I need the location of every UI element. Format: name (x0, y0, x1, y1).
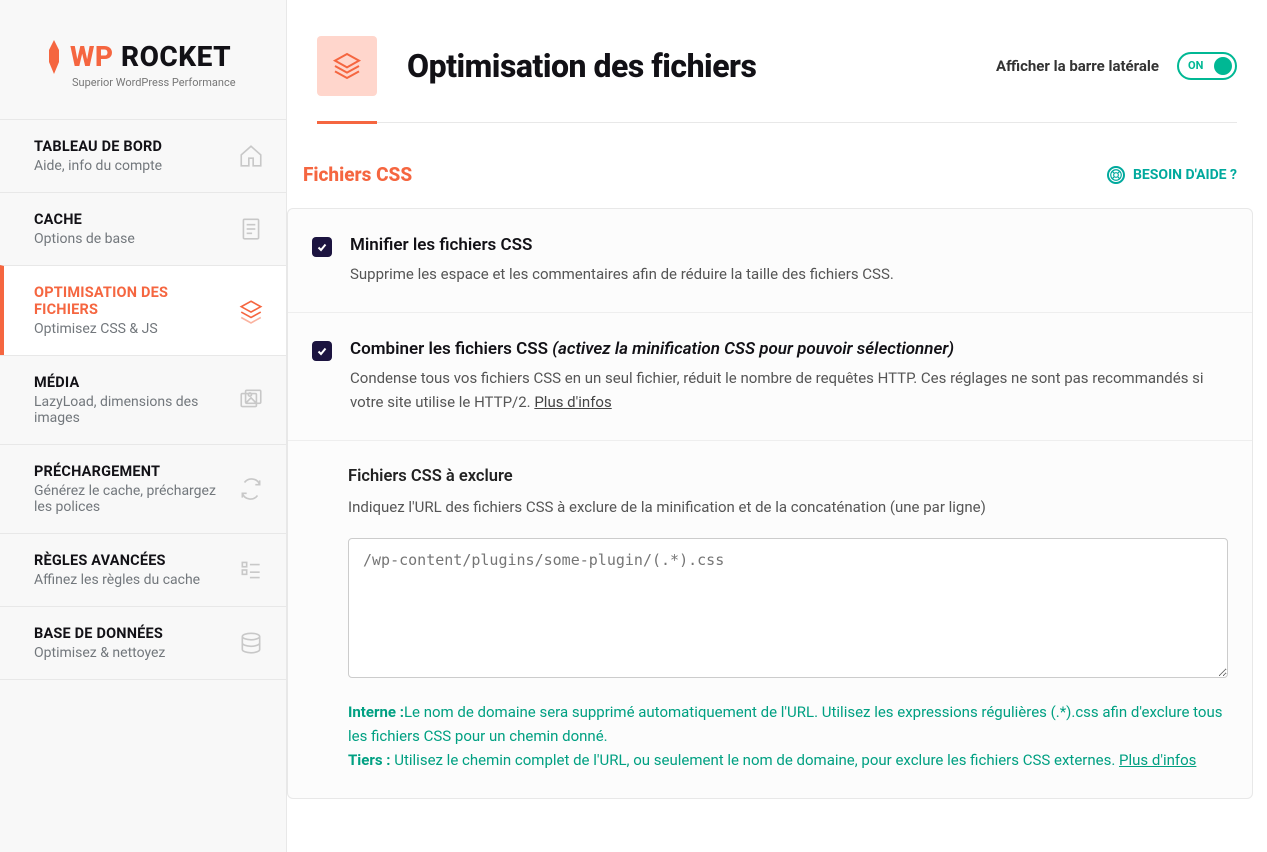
refresh-icon (238, 476, 264, 502)
layers-icon (238, 298, 264, 324)
nav-item-sub: Options de base (34, 231, 224, 247)
main-content: Optimisation des fichiers Afficher la ba… (287, 0, 1267, 852)
exclude-hint: Interne :Le nom de domaine sera supprimé… (348, 700, 1228, 772)
nav-item-title: MÉDIA (34, 374, 224, 391)
sidebar: WP ROCKET Superior WordPress Performance… (0, 0, 287, 852)
nav-item-sub: Affinez les règles du cache (34, 572, 224, 588)
brand-logo: WP ROCKET Superior WordPress Performance (0, 0, 286, 119)
hint-interne-label: Interne : (348, 703, 404, 721)
toggle-knob (1214, 57, 1232, 75)
nav-item-title: PRÉCHARGEMENT (34, 463, 224, 480)
nav-media[interactable]: MÉDIA LazyLoad, dimensions des images (0, 355, 286, 444)
nav-item-sub: LazyLoad, dimensions des images (34, 394, 224, 426)
lifesaver-icon (1107, 166, 1125, 184)
exclude-title: Fichiers CSS à exclure (348, 467, 1228, 486)
hint-tiers-label: Tiers : (348, 751, 391, 769)
active-tab-indicator (317, 121, 377, 124)
nav-cache[interactable]: CACHE Options de base (0, 192, 286, 265)
tab-underline (317, 122, 1237, 123)
option-title: Minifier les fichiers CSS (350, 235, 1228, 255)
sidebar-toggle[interactable]: ON (1177, 52, 1237, 80)
nav-item-title: TABLEAU DE BORD (34, 138, 224, 155)
section-title: Fichiers CSS (303, 163, 412, 186)
nav-item-sub: Optimisez & nettoyez (34, 645, 224, 661)
nav-dashboard[interactable]: TABLEAU DE BORD Aide, info du compte (0, 119, 286, 192)
options-panel: Minifier les fichiers CSS Supprime les e… (287, 208, 1253, 799)
nav-item-sub: Générez le cache, préchargez les polices (34, 483, 224, 515)
minify-css-checkbox[interactable] (312, 237, 332, 257)
nav-item-sub: Optimisez CSS & JS (34, 321, 224, 337)
nav-advanced-rules[interactable]: RÈGLES AVANCÉES Affinez les règles du ca… (0, 533, 286, 606)
combine-css-checkbox[interactable] (312, 341, 332, 361)
page-title: Optimisation des fichiers (407, 47, 996, 85)
rocket-icon (44, 40, 66, 74)
nav-item-sub: Aide, info du compte (34, 158, 224, 174)
home-icon (238, 143, 264, 169)
exclude-description: Indiquez l'URL des fichiers CSS à exclur… (348, 498, 1228, 516)
option-description: Supprime les espace et les commentaires … (350, 263, 1228, 286)
option-combine-css: Combiner les fichiers CSS (activez la mi… (288, 313, 1252, 441)
more-info-link[interactable]: Plus d'infos (534, 393, 611, 411)
nav-database[interactable]: BASE DE DONNÉES Optimisez & nettoyez (0, 606, 286, 680)
list-icon (238, 557, 264, 583)
nav-item-title: BASE DE DONNÉES (34, 625, 224, 642)
option-minify-css: Minifier les fichiers CSS Supprime les e… (288, 209, 1252, 313)
nav-item-title: RÈGLES AVANCÉES (34, 552, 224, 569)
exclude-css-textarea[interactable] (348, 538, 1228, 678)
database-icon (238, 630, 264, 656)
page-header: Optimisation des fichiers Afficher la ba… (287, 36, 1267, 122)
nav-item-title: OPTIMISATION DES FICHIERS (34, 284, 224, 318)
option-exclude-css: Fichiers CSS à exclure Indiquez l'URL de… (288, 441, 1252, 798)
logo-wp-text: WP (70, 40, 114, 73)
help-link[interactable]: BESOIN D'AIDE ? (1107, 166, 1237, 184)
more-info-link[interactable]: Plus d'infos (1119, 751, 1196, 769)
logo-rocket-text: ROCKET (114, 40, 232, 73)
nav-preload[interactable]: PRÉCHARGEMENT Générez le cache, précharg… (0, 444, 286, 533)
sidebar-toggle-label: Afficher la barre latérale (996, 57, 1159, 75)
images-icon (238, 387, 264, 413)
logo-tagline: Superior WordPress Performance (72, 76, 256, 89)
document-icon (238, 216, 264, 242)
nav-file-optimization[interactable]: OPTIMISATION DES FICHIERS Optimisez CSS … (0, 265, 286, 355)
help-link-text: BESOIN D'AIDE ? (1133, 167, 1237, 183)
header-layers-icon (317, 36, 377, 96)
option-description: Condense tous vos fichiers CSS en un seu… (350, 367, 1228, 414)
toggle-state-text: ON (1188, 59, 1203, 72)
option-title: Combiner les fichiers CSS (activez la mi… (350, 339, 1228, 359)
nav-item-title: CACHE (34, 211, 224, 228)
nav-menu: TABLEAU DE BORD Aide, info du compte CAC… (0, 119, 286, 852)
